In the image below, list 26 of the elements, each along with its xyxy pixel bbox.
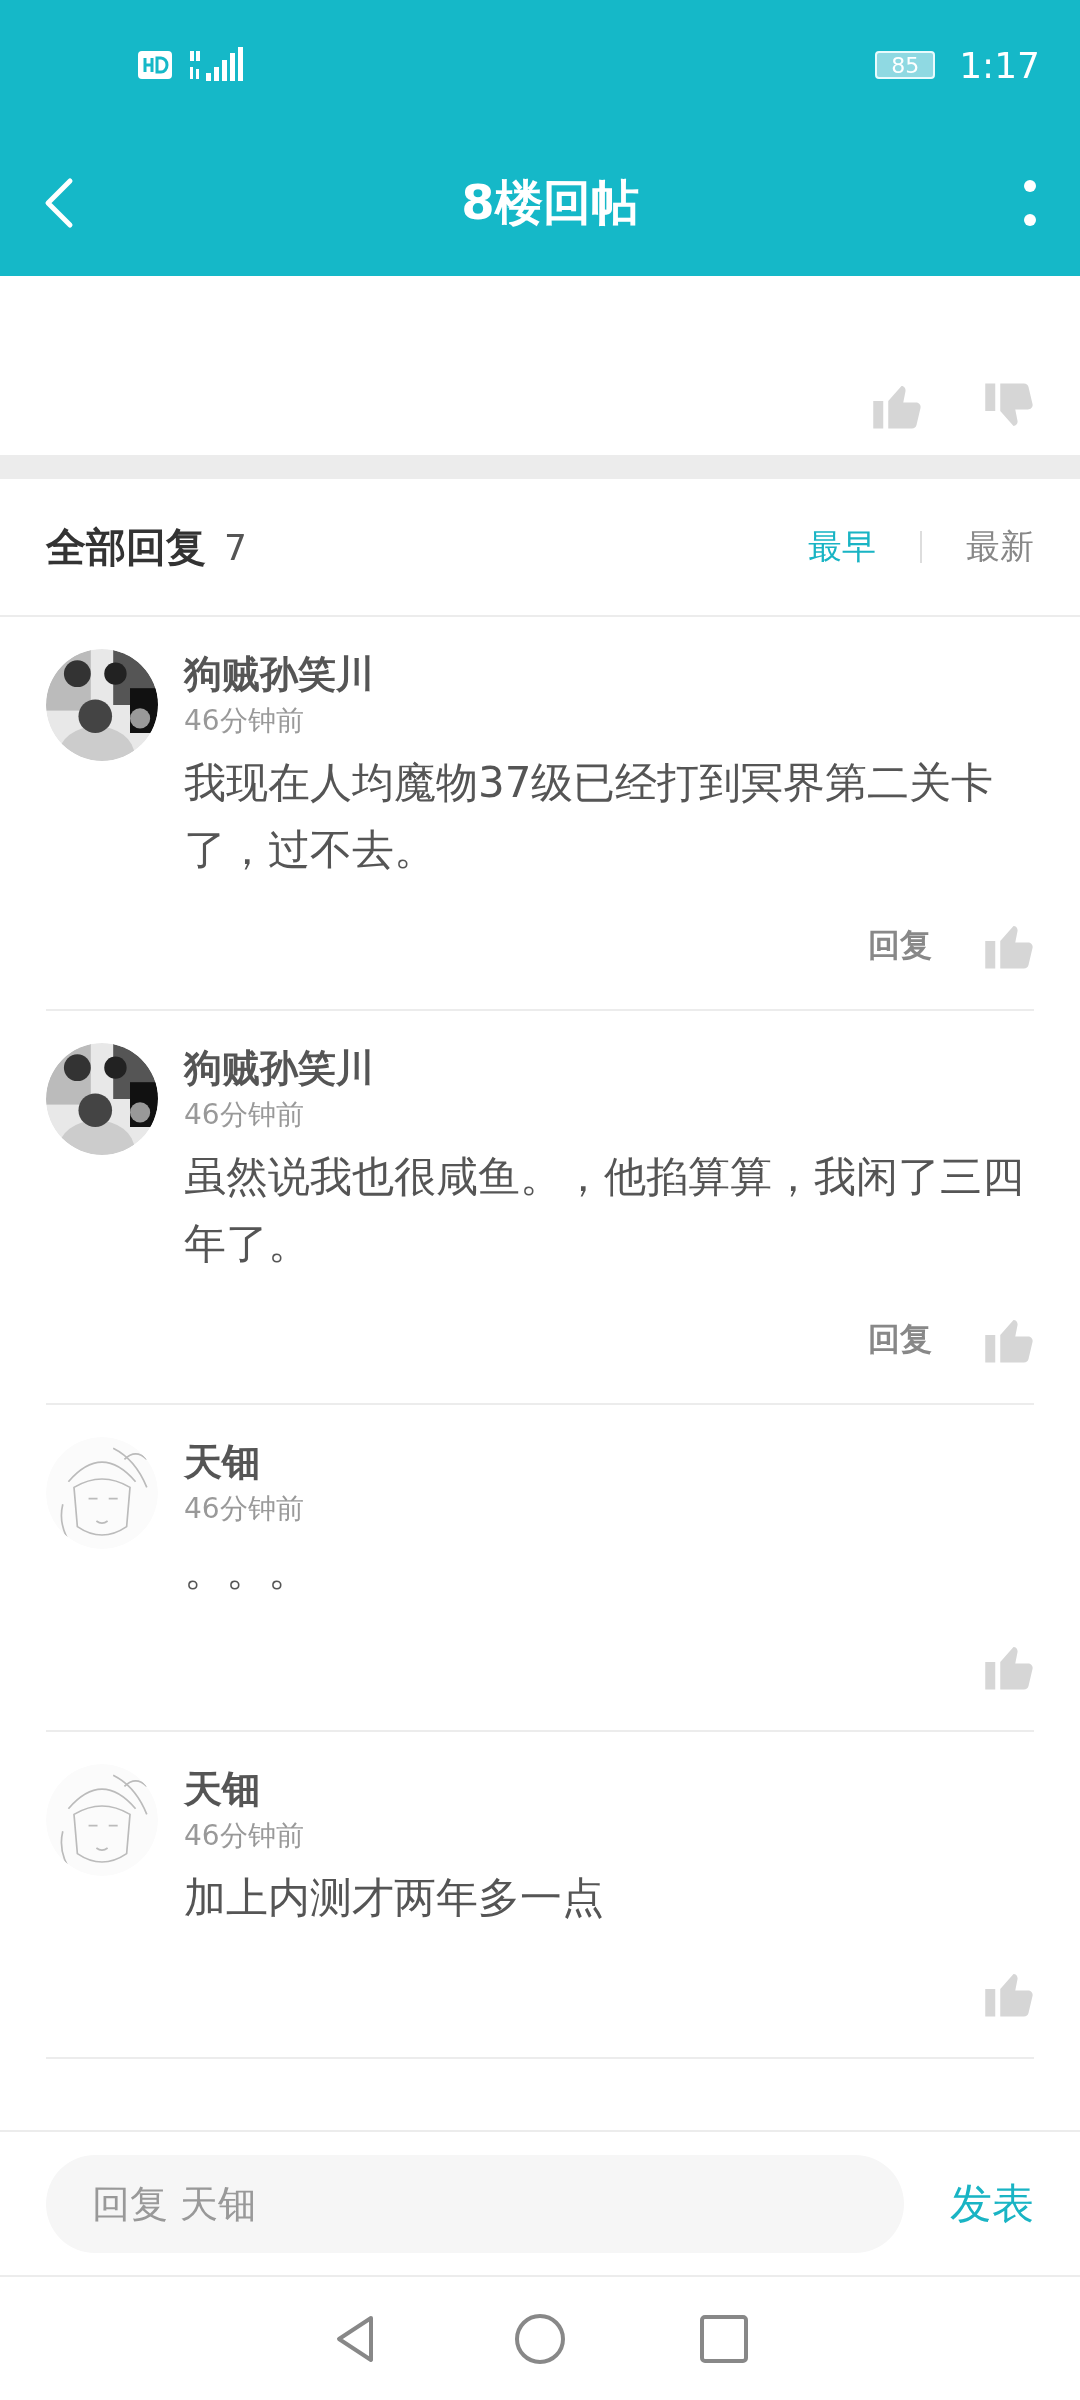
home-nav-icon[interactable] [513,2311,567,2366]
send-button[interactable]: 发表 [950,2175,1034,2232]
sort-tab[interactable]: 最新 [966,524,1034,570]
post-time: 46分钟前 [184,1818,305,1854]
reply-link[interactable]: 回复 [868,924,932,968]
author-name[interactable]: 天钿 [184,1764,1034,1814]
clock-time: 1:17 [959,44,1040,86]
sort-tab[interactable]: 最早 [808,524,876,570]
section-title: 全部回复 [46,522,206,572]
reply-text: 我现在人均魔物37级已经打到冥界第二关卡了，过不去。 [184,757,995,876]
post-time: 46分钟前 [184,1097,305,1133]
page-title: 8楼回帖 [460,173,640,232]
reply-input[interactable]: 回复 天钿 [46,2154,904,2253]
reply-text: 加上内测才两年多一点 [184,1872,605,1924]
signal-icon [188,47,244,83]
battery-level: 85 [875,51,936,79]
reply-count: 7 [224,526,248,568]
author-name[interactable]: 天钿 [184,1437,1034,1487]
reply-text: 虽然说我也很咸鱼。，他掐算算，我闲了三四年了。 [184,1151,1025,1270]
author-name[interactable]: 狗贼孙笑川 [184,1043,1034,1093]
post-time: 46分钟前 [184,703,305,739]
reply-link[interactable]: 回复 [868,1318,932,1362]
author-name[interactable]: 狗贼孙笑川 [184,649,1034,699]
hd-icon [138,51,172,79]
post-time: 46分钟前 [184,1491,305,1527]
reply-text: 。。。 [184,1545,311,1597]
